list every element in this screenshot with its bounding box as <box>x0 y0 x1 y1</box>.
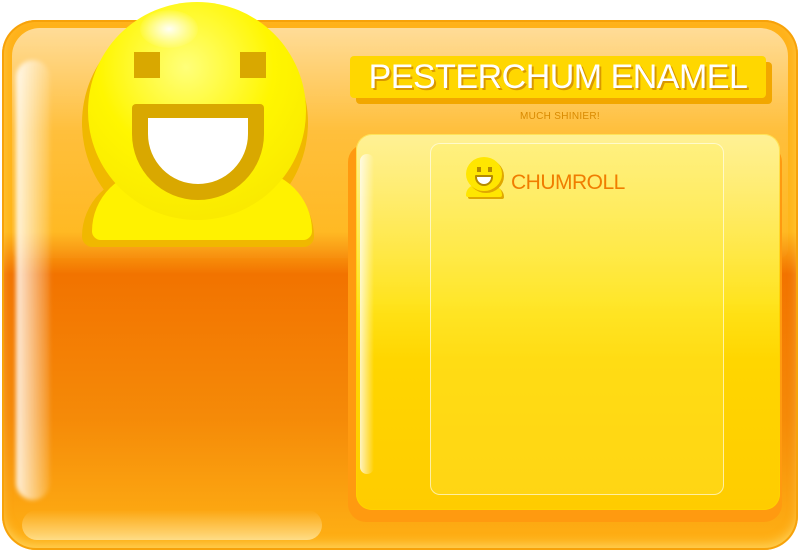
chumroll-smiley-icon <box>466 157 502 201</box>
window-edge-highlight <box>16 60 50 500</box>
mascot-left-eye <box>134 52 160 78</box>
chumroll-label: CHUMROLL <box>511 171 625 194</box>
window-title-bar[interactable]: PESTERCHUM ENAMEL <box>350 54 770 104</box>
pesterchum-smiley-icon <box>82 0 322 250</box>
window-subtitle: MUCH SHINIER! <box>519 111 600 122</box>
window-title: PESTERCHUM ENAMEL <box>368 58 748 96</box>
mascot-shine <box>140 10 198 48</box>
mascot-right-eye <box>240 52 266 78</box>
window-bottom-highlight <box>22 510 322 540</box>
